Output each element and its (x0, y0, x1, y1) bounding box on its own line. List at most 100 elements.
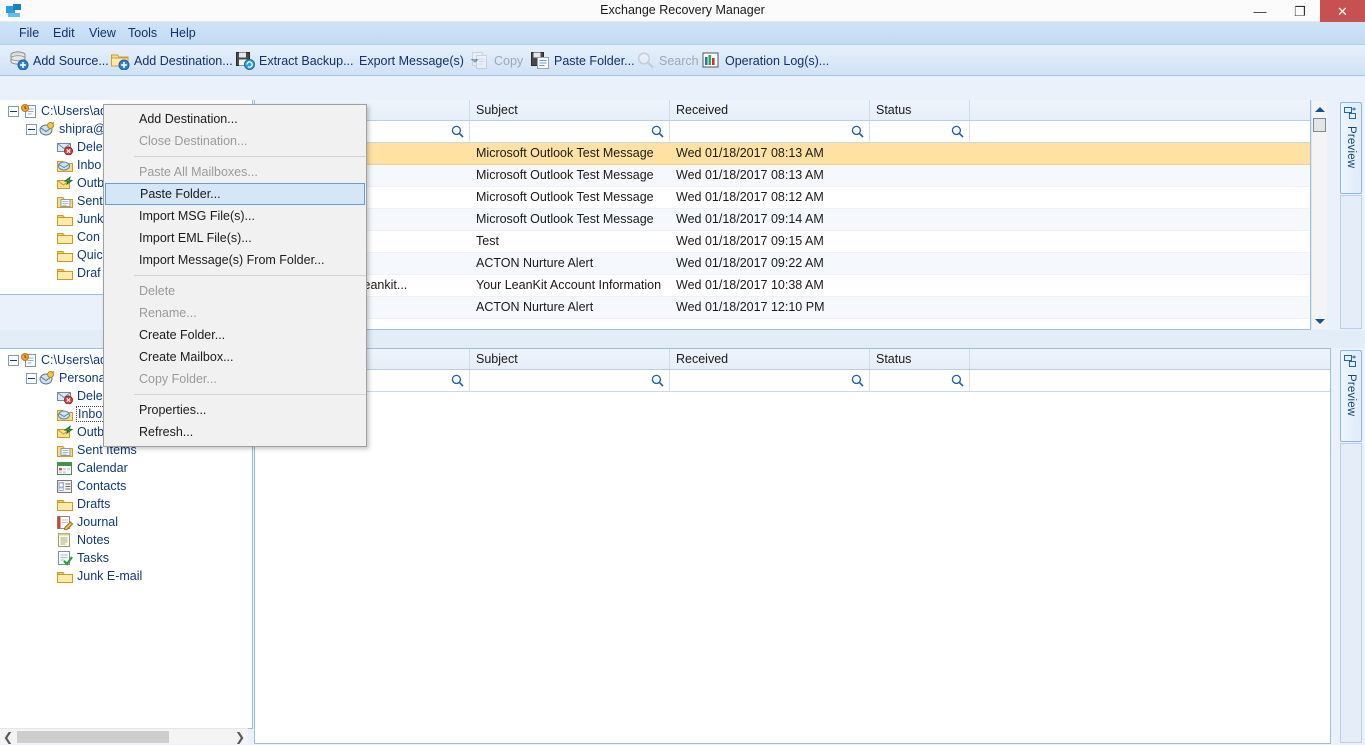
toolbar-button-add-destination[interactable]: Add Destination... (107, 48, 237, 73)
scroll-left-icon[interactable]: ❮ (0, 729, 16, 745)
scroll-right-icon[interactable]: ❯ (232, 729, 248, 745)
menu-item-help[interactable]: Help (163, 25, 203, 42)
toolbar-button-add-source[interactable]: Add Source... (6, 48, 113, 73)
filter-cell-status[interactable] (870, 121, 970, 142)
column-header-subject[interactable]: Subject (470, 349, 670, 369)
tree-node-contacts[interactable]: Contacts (0, 477, 252, 495)
destination-grid-body[interactable] (255, 392, 1330, 743)
table-row[interactable]: Microsoft OutlookMicrosoft Outlook Test … (255, 209, 1310, 231)
column-header-received[interactable]: Received (670, 100, 870, 120)
tree-node-label: C:\Users\ad (41, 353, 107, 367)
context-menu-separator (134, 275, 366, 276)
table-row[interactable]: shipra wideTestWed 01/18/2017 09:15 AM (255, 231, 1310, 253)
cell-subject: Microsoft Outlook Test Message (476, 212, 654, 226)
column-header-status[interactable]: Status (870, 349, 970, 369)
table-row[interactable]: Microsoft OutlookMicrosoft Outlook Test … (255, 143, 1310, 165)
context-menu-item-copy-folder: Copy Folder... (139, 372, 217, 386)
context-menu-gutter (104, 105, 134, 446)
search-icon[interactable] (851, 125, 864, 138)
filter-cell-received[interactable] (670, 121, 870, 142)
cell-subject: Test (476, 234, 499, 248)
minimize-icon: — (1253, 3, 1267, 19)
chart-bars-icon (702, 51, 721, 70)
search-icon[interactable] (951, 125, 964, 138)
destination-context-menu[interactable]: Add Destination... Close Destination... Pa… (103, 104, 367, 447)
destination-tree-hscrollbar[interactable]: ❮ ❯ (0, 728, 248, 744)
tree-node-label: Drafts (77, 497, 111, 511)
tree-expander-icon[interactable] (8, 105, 19, 117)
search-icon[interactable] (851, 374, 864, 387)
menu-item-tools[interactable]: Tools (121, 25, 164, 42)
filter-cell-received[interactable] (670, 370, 870, 391)
tree-node-junk-e-mail[interactable]: Junk E-mail (0, 567, 252, 585)
menu-item-file[interactable]: File (12, 25, 46, 42)
close-button[interactable]: ✕ (1320, 0, 1365, 22)
source-grid-filter-row[interactable] (255, 121, 1310, 143)
scroll-down-icon[interactable] (1312, 313, 1328, 329)
table-row[interactable]: alerts@act-on.comACTON Nurture AlertWed … (255, 297, 1310, 319)
context-menu-item-create-folder[interactable]: Create Folder... (104, 324, 366, 346)
tree-node-label: Junk E-mail (77, 569, 143, 583)
tasks-icon (57, 550, 73, 566)
context-menu-item-import-eml-file-s[interactable]: Import EML File(s)... (104, 227, 366, 249)
table-row[interactable]: bounces-noreply=leankit...Your LeanKit A… (255, 275, 1310, 297)
source-grid-body[interactable]: Microsoft OutlookMicrosoft Outlook Test … (255, 143, 1310, 329)
mailbox-icon (39, 370, 55, 386)
toolbar-button-operation-log-s[interactable]: Operation Log(s)... (698, 48, 833, 73)
search-icon[interactable] (451, 125, 464, 138)
context-menu-item-add-destination[interactable]: Add Destination... (104, 108, 366, 130)
tree-node-tasks[interactable]: Tasks (0, 549, 252, 567)
destination-grid-filter-row[interactable] (255, 370, 1330, 392)
preview-icon (1344, 107, 1358, 123)
outbox-icon (57, 424, 74, 440)
search-icon[interactable] (651, 125, 664, 138)
destination-preview-tab[interactable]: Preview (1340, 350, 1362, 442)
tree-node-drafts[interactable]: Drafts (0, 495, 252, 513)
toolbar-button-paste-folder[interactable]: Paste Folder... (527, 48, 639, 73)
tree-node-notes[interactable]: Notes (0, 531, 252, 549)
minimize-button[interactable]: — (1240, 0, 1280, 22)
context-menu-item-paste-folder[interactable]: Paste Folder... (105, 183, 365, 205)
backup-extract-icon (236, 51, 255, 70)
context-menu-item-create-mailbox[interactable]: Create Mailbox... (104, 346, 366, 368)
scroll-up-icon[interactable] (1312, 101, 1328, 117)
filter-cell-subject[interactable] (470, 121, 670, 142)
calendar-icon (57, 461, 73, 476)
toolbar-button-export-message-s[interactable]: Export Message(s) (355, 48, 483, 73)
toolbar-button-search[interactable]: Search (632, 48, 703, 73)
search-icon[interactable] (451, 374, 464, 387)
menu-item-edit[interactable]: Edit (46, 25, 82, 42)
context-menu-item-refresh[interactable]: Refresh... (104, 421, 366, 443)
source-message-grid[interactable]: FromSubjectReceivedStatus Microsoft Outl… (254, 100, 1311, 330)
maximize-button[interactable]: ❐ (1280, 0, 1320, 22)
column-header-received[interactable]: Received (670, 349, 870, 369)
filter-cell-status[interactable] (870, 370, 970, 391)
toolbar-button-copy[interactable]: Copy (467, 48, 527, 73)
search-icon[interactable] (651, 374, 664, 387)
scroll-thumb[interactable] (17, 731, 169, 743)
tree-node-journal[interactable]: Journal (0, 513, 252, 531)
filter-cell-subject[interactable] (470, 370, 670, 391)
context-menu-item-import-message-s-from-folder[interactable]: Import Message(s) From Folder... (104, 249, 366, 271)
context-menu-item-properties[interactable]: Properties... (104, 399, 366, 421)
toolbar-button-extract-backup[interactable]: Extract Backup... (232, 48, 357, 73)
cell-received: Wed 01/18/2017 09:15 AM (676, 234, 824, 248)
tree-node-calendar[interactable]: Calendar (0, 459, 252, 477)
column-header-status[interactable]: Status (870, 100, 970, 120)
destination-message-grid[interactable]: FromSubjectReceivedStatus (254, 348, 1331, 744)
source-grid-vscrollbar[interactable] (1311, 101, 1327, 329)
table-row[interactable]: alerts@act-on.comACTON Nurture AlertWed … (255, 253, 1310, 275)
search-icon[interactable] (951, 374, 964, 387)
table-row[interactable]: Microsoft OutlookMicrosoft Outlook Test … (255, 165, 1310, 187)
context-menu-item-import-msg-file-s[interactable]: Import MSG File(s)... (104, 205, 366, 227)
outbox-icon (57, 175, 74, 191)
tree-node-label: Inbo (77, 158, 102, 172)
tree-expander-icon[interactable] (26, 123, 37, 135)
table-row[interactable]: Microsoft OutlookMicrosoft Outlook Test … (255, 187, 1310, 209)
source-preview-tab[interactable]: Preview (1340, 102, 1362, 194)
scroll-thumb[interactable] (1313, 118, 1326, 132)
tree-expander-icon[interactable] (8, 354, 19, 366)
column-header-subject[interactable]: Subject (470, 100, 670, 120)
tree-expander-icon[interactable] (26, 372, 37, 384)
menu-item-view[interactable]: View (82, 25, 123, 42)
